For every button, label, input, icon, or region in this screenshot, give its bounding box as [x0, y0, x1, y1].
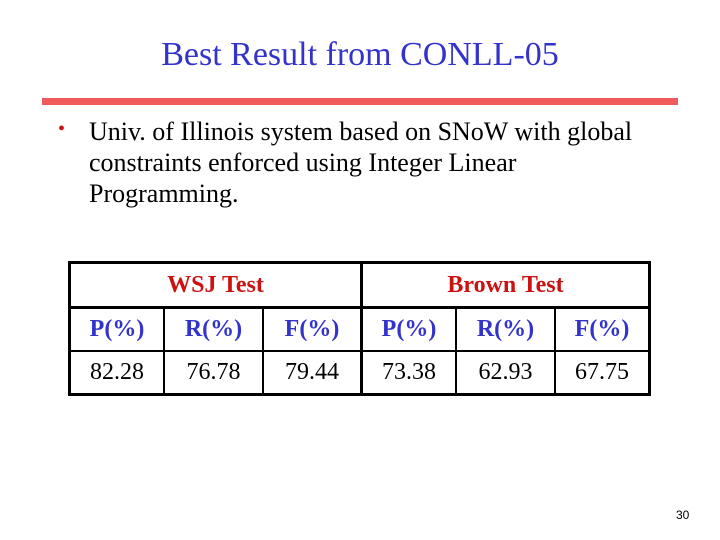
table-row: 82.28 76.78 79.44 73.38 62.93 67.75 — [68, 350, 651, 396]
column-header: R(%) — [163, 306, 264, 352]
results-table: WSJ Test Brown Test P(%) R(%) F(%) P(%) … — [68, 261, 651, 396]
bullet-list: • Univ. of Illinois system based on SNoW… — [58, 116, 658, 209]
column-header: F(%) — [554, 306, 651, 352]
bullet-text: Univ. of Illinois system based on SNoW w… — [89, 117, 633, 208]
column-header: R(%) — [455, 306, 556, 352]
column-header-row: P(%) R(%) F(%) P(%) R(%) F(%) — [68, 306, 651, 352]
table-cell: 76.78 — [163, 350, 264, 396]
slide-title: Best Result from CONLL-05 — [161, 36, 559, 73]
bullet-item: • Univ. of Illinois system based on SNoW… — [58, 116, 658, 209]
group-header-brown: Brown Test — [360, 261, 651, 309]
group-header-wsj: WSJ Test — [68, 261, 363, 309]
table-cell: 62.93 — [455, 350, 556, 396]
table-cell: 67.75 — [554, 350, 651, 396]
table-cell: 73.38 — [360, 350, 457, 396]
page-number: 30 — [676, 508, 690, 522]
group-header-row: WSJ Test Brown Test — [68, 261, 651, 309]
table-cell: 82.28 — [68, 350, 165, 396]
column-header: F(%) — [262, 306, 363, 352]
title-divider — [42, 98, 678, 105]
column-header: P(%) — [68, 306, 165, 352]
table-cell: 79.44 — [262, 350, 363, 396]
bullet-dot-icon: • — [58, 118, 66, 140]
column-header: P(%) — [360, 306, 457, 352]
